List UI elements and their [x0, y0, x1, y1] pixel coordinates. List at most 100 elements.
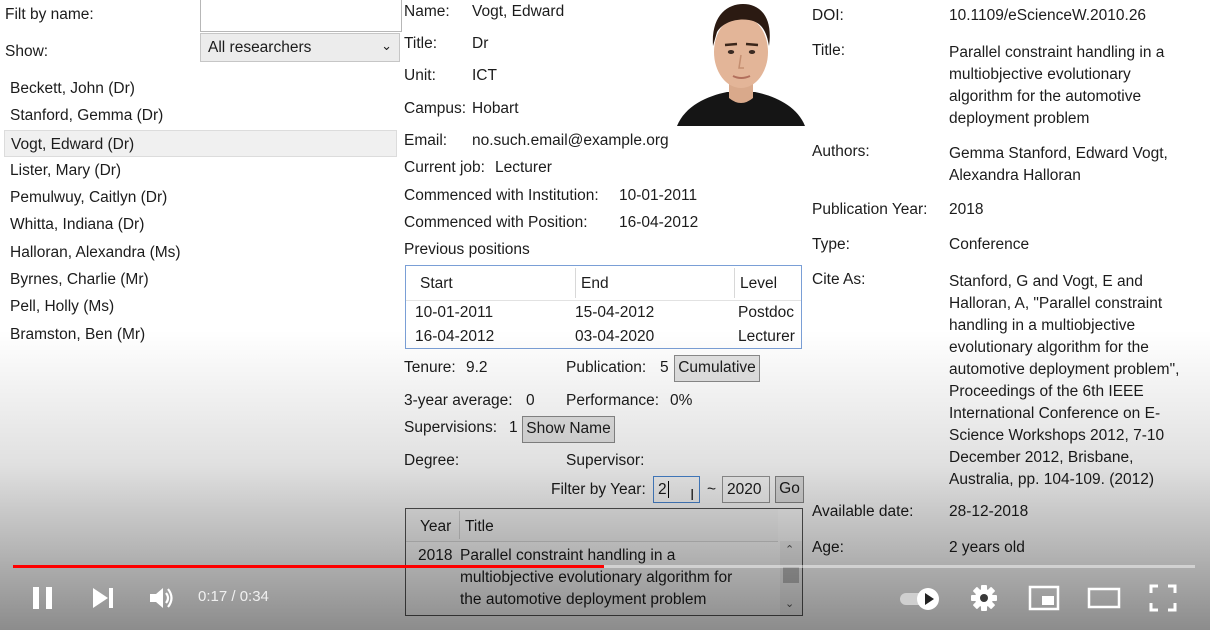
pub-title-line: algorithm for the automotive	[949, 88, 1142, 105]
pub-year-value: 2018	[949, 201, 984, 218]
commenced-inst-label: Commenced with Institution:	[404, 187, 599, 204]
pub-title-block: Parallel constraint handling in a multiob…	[949, 42, 1164, 130]
filter-name-input[interactable]	[200, 0, 402, 32]
researcher-list-item[interactable]: Vogt, Edward (Dr)	[4, 129, 397, 157]
cell-level: Lecturer	[738, 328, 795, 345]
table-row[interactable]: 10-01-2011 15-04-2012 Postdoc	[406, 302, 801, 325]
pub-title-line: the automotive deployment problem	[460, 591, 707, 608]
pub-title-line: multiobjective evolutionary algorithm fo…	[460, 569, 733, 586]
type-value: Conference	[949, 236, 1030, 253]
scroll-down-icon[interactable]: ⌄	[785, 597, 794, 610]
tenure-value: 9.2	[466, 359, 488, 376]
current-job-value: Lecturer	[495, 159, 552, 176]
cite-line: evolutionary algorithm for the	[949, 339, 1149, 356]
text-cursor-icon: I	[690, 487, 695, 504]
col-title-header[interactable]: Title	[465, 518, 494, 536]
previous-positions-label: Previous positions	[404, 241, 530, 258]
year-from-value: 2	[658, 481, 667, 498]
name-label: Name:	[404, 3, 450, 20]
researcher-list-item[interactable]: Byrnes, Charlie (Mr)	[4, 266, 397, 293]
email-label: Email:	[404, 132, 448, 149]
doi-label: DOI:	[812, 7, 844, 24]
performance-label: Performance:	[566, 392, 660, 409]
degree-label: Degree:	[404, 452, 460, 469]
title-label: Title:	[404, 35, 438, 52]
filter-label: Filt by name:	[5, 6, 94, 23]
cell-level: Postdoc	[738, 304, 795, 321]
researcher-list-item[interactable]: Halloran, Alexandra (Ms)	[4, 239, 397, 266]
supervisor-label: Supervisor:	[566, 452, 645, 469]
age-label: Age:	[812, 539, 844, 556]
cell-start: 10-01-2011	[415, 304, 494, 321]
theater-icon[interactable]	[1087, 585, 1121, 616]
three-year-average-value: 0	[526, 392, 535, 409]
show-name-button[interactable]: Show Name	[522, 416, 615, 443]
available-label: Available date:	[812, 503, 914, 520]
cite-line: Proceedings of the 6th IEEE	[949, 383, 1144, 400]
volume-icon[interactable]	[148, 585, 176, 616]
type-label: Type:	[812, 236, 850, 253]
available-value: 28-12-2018	[949, 503, 1029, 520]
go-button[interactable]: Go	[775, 476, 804, 503]
supervisions-label: Supervisions:	[404, 419, 498, 436]
researcher-list-item[interactable]: Beckett, John (Dr)	[4, 75, 397, 102]
publication-count-value: 5	[660, 359, 669, 376]
researcher-list-item[interactable]: Whitta, Indiana (Dr)	[4, 211, 397, 238]
authors-line: Alexandra Halloran	[949, 167, 1081, 184]
col-end-header[interactable]: End	[581, 275, 609, 293]
cite-line: Australia, pp. 104-109. (2012)	[949, 471, 1155, 488]
publication-count-label: Publication:	[566, 359, 647, 376]
authors-label: Authors:	[812, 143, 870, 160]
cell-start: 16-04-2012	[415, 328, 495, 345]
pub-title-line: Parallel constraint handling in a	[949, 44, 1165, 61]
show-selected-value: All researchers	[208, 39, 312, 56]
campus-value: Hobart	[472, 100, 519, 117]
col-year-header[interactable]: Year	[420, 518, 451, 536]
cite-line: automotive deployment problem",	[949, 361, 1180, 378]
researcher-list[interactable]: Beckett, John (Dr) Stanford, Gemma (Dr) Vo…	[4, 75, 397, 348]
previous-positions-table[interactable]: Start End Level 10-01-2011 15-04-2012 Po…	[405, 265, 802, 349]
cite-line: Science Workshops 2012, 7-10	[949, 427, 1165, 444]
pub-year: 2018	[418, 547, 453, 564]
researcher-list-item[interactable]: Lister, Mary (Dr)	[4, 157, 397, 184]
year-to-input[interactable]: 2020	[722, 476, 770, 503]
scroll-up-icon[interactable]: ⌃	[785, 543, 794, 556]
performance-value: 0%	[670, 392, 693, 409]
commenced-pos-value: 16-04-2012	[619, 214, 699, 231]
cite-line: Halloran, A, "Parallel constraint	[949, 295, 1163, 312]
cumulative-button[interactable]: Cumulative	[674, 355, 760, 382]
researcher-list-item[interactable]: Bramston, Ben (Mr)	[4, 321, 397, 348]
next-icon[interactable]	[91, 586, 117, 615]
autoplay-toggle-icon[interactable]	[898, 585, 944, 616]
email-value: no.such.email@example.org	[472, 132, 669, 149]
progress-bar[interactable]	[13, 565, 1195, 568]
cite-line: December 2012, Brisbane,	[949, 449, 1134, 466]
scroll-thumb[interactable]	[783, 567, 799, 583]
publications-scrollbar[interactable]: ⌃ ⌄	[780, 541, 802, 615]
miniplayer-icon[interactable]	[1028, 585, 1060, 616]
positions-header-row: Start End Level	[406, 266, 801, 301]
cite-line: Stanford, G and Vogt, E and	[949, 273, 1143, 290]
researcher-list-item[interactable]: Pemulwuy, Caitlyn (Dr)	[4, 184, 397, 211]
show-select[interactable]: All researchers ⌄	[200, 33, 400, 62]
researcher-list-item[interactable]: Stanford, Gemma (Dr)	[4, 102, 397, 129]
pause-icon[interactable]	[31, 585, 55, 616]
cite-label: Cite As:	[812, 271, 866, 288]
researcher-list-item[interactable]: Pell, Holly (Ms)	[4, 293, 397, 320]
progress-played	[13, 565, 604, 568]
unit-label: Unit:	[404, 67, 436, 84]
doi-value: 10.1109/eScienceW.2010.26	[949, 7, 1147, 24]
authors-block: Gemma Stanford, Edward Vogt, Alexandra Ha…	[949, 143, 1168, 187]
list-item[interactable]: 2018 Parallel constraint handling in a m…	[406, 543, 778, 615]
table-row[interactable]: 16-04-2012 03-04-2020 Lecturer	[406, 326, 801, 349]
col-level-header[interactable]: Level	[740, 275, 777, 293]
three-year-average-label: 3-year average:	[404, 392, 513, 409]
col-start-header[interactable]: Start	[420, 275, 453, 293]
settings-gear-icon[interactable]	[970, 584, 998, 617]
fullscreen-icon[interactable]	[1149, 584, 1177, 617]
pub-title-line: deployment problem	[949, 110, 1090, 127]
cell-end: 15-04-2012	[575, 304, 655, 321]
pub-title-label: Title:	[812, 42, 846, 59]
publications-list[interactable]: Year Title 2018 Parallel constraint hand…	[405, 508, 803, 616]
authors-line: Gemma Stanford, Edward Vogt,	[949, 145, 1168, 162]
